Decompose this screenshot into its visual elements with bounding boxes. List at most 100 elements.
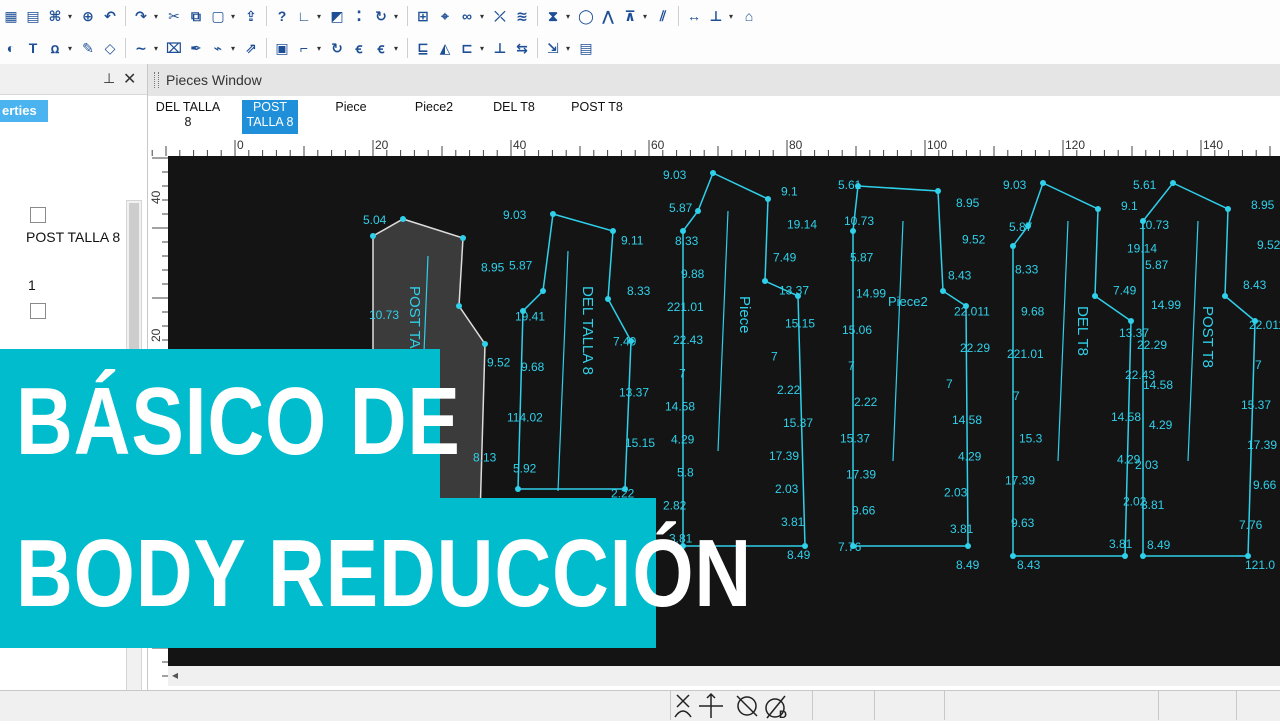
piece-point[interactable] bbox=[610, 228, 616, 234]
piece-point[interactable] bbox=[1225, 206, 1231, 212]
pen-tool-icon[interactable]: ✒ bbox=[186, 38, 206, 58]
piece-point[interactable] bbox=[1140, 553, 1146, 559]
piece-point[interactable] bbox=[935, 188, 941, 194]
pattern-piece[interactable]: 9.039.15.8719.148.337.499.8813.37221.011… bbox=[663, 168, 817, 562]
zoom-icon[interactable]: ⊕ bbox=[78, 6, 98, 26]
rotate-clockwise-icon[interactable]: ↻ bbox=[327, 38, 347, 58]
dropdown-arrow-icon[interactable]: ▾ bbox=[152, 38, 160, 58]
filter-icon[interactable]: ▦ bbox=[1, 6, 21, 26]
piece-point[interactable] bbox=[456, 303, 462, 309]
piece-point[interactable] bbox=[1128, 318, 1134, 324]
notch-icon[interactable]: ⌖ bbox=[435, 6, 455, 26]
piece-point[interactable] bbox=[1122, 553, 1128, 559]
piece-point[interactable] bbox=[605, 296, 611, 302]
piece-point[interactable] bbox=[1040, 180, 1046, 186]
copy-icon[interactable]: ⧉ bbox=[186, 6, 206, 26]
pattern-piece[interactable]: 5.61 8.95 10.73 9.52 5.87 8.43 14.99 22.011 15.0… bbox=[838, 178, 990, 572]
measure-icon[interactable]: ⊑ bbox=[413, 38, 433, 58]
dropdown-arrow-icon[interactable]: ▾ bbox=[229, 6, 237, 26]
redo-icon[interactable]: ↷ bbox=[131, 6, 151, 26]
arrow-icon[interactable]: ◐ bbox=[1, 38, 21, 58]
circle-icon[interactable]: ◯ bbox=[576, 6, 596, 26]
dropdown-arrow-icon[interactable]: ▾ bbox=[392, 38, 400, 58]
pin-icon[interactable]: ⊥ bbox=[103, 70, 115, 87]
delete-icon[interactable]: ⌧ bbox=[164, 38, 184, 58]
dropdown-arrow-icon[interactable]: ▾ bbox=[641, 6, 649, 26]
piece-point[interactable] bbox=[710, 170, 716, 176]
export-piece-icon[interactable]: ⇗ bbox=[241, 38, 261, 58]
seam-angle-icon[interactable]: ∟ bbox=[294, 6, 314, 26]
curve-edit-icon[interactable]: ⌐ bbox=[294, 38, 314, 58]
piece-point[interactable] bbox=[482, 341, 488, 347]
piece-outline[interactable] bbox=[1012, 181, 1132, 557]
piece-point[interactable] bbox=[1010, 553, 1016, 559]
dropdown-arrow-icon[interactable]: ▾ bbox=[478, 38, 486, 58]
cut-line-icon[interactable]: ⤫ bbox=[490, 6, 510, 26]
piece-point[interactable] bbox=[1092, 293, 1098, 299]
layers-icon[interactable]: ▤ bbox=[576, 38, 596, 58]
piece-point[interactable] bbox=[940, 288, 946, 294]
pattern-piece[interactable]: 9.039.15.8719.148.337.499.6813.37221.012… bbox=[1003, 178, 1157, 572]
tool-icon[interactable]: ⊥ bbox=[490, 38, 510, 58]
tape-measure-icon[interactable]: ⌘ bbox=[45, 6, 65, 26]
dart-icon[interactable]: ⊼ bbox=[620, 6, 640, 26]
wave-icon[interactable]: ∼ bbox=[131, 38, 151, 58]
piece-point[interactable] bbox=[1222, 293, 1228, 299]
dropdown-arrow-icon[interactable]: ▾ bbox=[564, 38, 572, 58]
piece-point[interactable] bbox=[370, 233, 376, 239]
node-icon[interactable]: ⌁ bbox=[208, 38, 228, 58]
dropdown-arrow-icon[interactable]: ▾ bbox=[564, 6, 572, 26]
properties-tab[interactable]: erties bbox=[0, 100, 48, 122]
points-icon[interactable]: ⁚ bbox=[349, 6, 369, 26]
piece-outline[interactable] bbox=[517, 213, 632, 490]
dropdown-arrow-icon[interactable]: ▾ bbox=[478, 6, 486, 26]
piece-point[interactable] bbox=[540, 288, 546, 294]
offset2-icon[interactable]: ꞓ bbox=[371, 38, 391, 58]
visible-checkbox[interactable] bbox=[30, 207, 46, 223]
piece-point[interactable] bbox=[1010, 243, 1016, 249]
dropdown-arrow-icon[interactable]: ▾ bbox=[392, 6, 400, 26]
walk-icon[interactable]: ↔ bbox=[684, 6, 704, 26]
tab-post-talla-8[interactable]: POST TALLA 8 bbox=[242, 100, 298, 134]
piece-point[interactable] bbox=[765, 196, 771, 202]
piece-point[interactable] bbox=[695, 208, 701, 214]
tab-del-talla-8[interactable]: DEL TALLA 8 bbox=[150, 100, 226, 134]
add-piece-icon[interactable]: ⊞ bbox=[413, 6, 433, 26]
export-icon[interactable]: ⇪ bbox=[241, 6, 261, 26]
pleat-icon[interactable]: ⋀ bbox=[598, 6, 618, 26]
snap-icons[interactable]: D bbox=[671, 691, 811, 721]
export-file-icon[interactable]: ⇲ bbox=[543, 38, 563, 58]
split-icon[interactable]: ⫽ bbox=[653, 6, 673, 26]
grade-icon[interactable]: ≋ bbox=[512, 6, 532, 26]
fill-piece-icon[interactable]: ◩ bbox=[327, 6, 347, 26]
dropdown-arrow-icon[interactable]: ▾ bbox=[152, 6, 160, 26]
piece-point[interactable] bbox=[1170, 180, 1176, 186]
pattern-piece[interactable]: 5.61 8.95 10.73 9.52 5.87 8.43 14.99 22.011 22.2… bbox=[1133, 178, 1280, 572]
offset-icon[interactable]: ꞓ bbox=[349, 38, 369, 58]
close-icon[interactable]: ✕ bbox=[123, 69, 136, 89]
piece-point[interactable] bbox=[400, 216, 406, 222]
tab-post-t8[interactable]: POST T8 bbox=[562, 100, 632, 134]
dropdown-arrow-icon[interactable]: ▾ bbox=[66, 6, 74, 26]
piece-point[interactable] bbox=[850, 228, 856, 234]
dropdown-arrow-icon[interactable]: ▾ bbox=[229, 38, 237, 58]
pen-icon[interactable]: ✎ bbox=[78, 38, 98, 58]
tab-del-t8[interactable]: DEL T8 bbox=[486, 100, 542, 134]
excel-icon[interactable]: ▤ bbox=[23, 6, 43, 26]
dropdown-arrow-icon[interactable]: ▾ bbox=[66, 38, 74, 58]
cut-icon[interactable]: ✂ bbox=[164, 6, 184, 26]
horizontal-scrollbar[interactable]: ◂ bbox=[168, 666, 1280, 686]
piece-point[interactable] bbox=[515, 486, 521, 492]
piece-point[interactable] bbox=[1095, 206, 1101, 212]
curve-icon[interactable]: ꭥ bbox=[45, 38, 65, 58]
align-icon[interactable]: ▣ bbox=[272, 38, 292, 58]
link-icon[interactable]: ∞ bbox=[457, 6, 477, 26]
dropdown-arrow-icon[interactable]: ▾ bbox=[315, 38, 323, 58]
mirror-icon[interactable]: ⧗ bbox=[543, 6, 563, 26]
rotate-icon[interactable]: ↻ bbox=[371, 6, 391, 26]
undo-icon[interactable]: ↶ bbox=[100, 6, 120, 26]
trace-icon[interactable]: ◇ bbox=[100, 38, 120, 58]
tab-piece[interactable]: Piece bbox=[328, 100, 374, 134]
tab-piece2[interactable]: Piece2 bbox=[406, 100, 462, 134]
piece-point[interactable] bbox=[460, 235, 466, 241]
